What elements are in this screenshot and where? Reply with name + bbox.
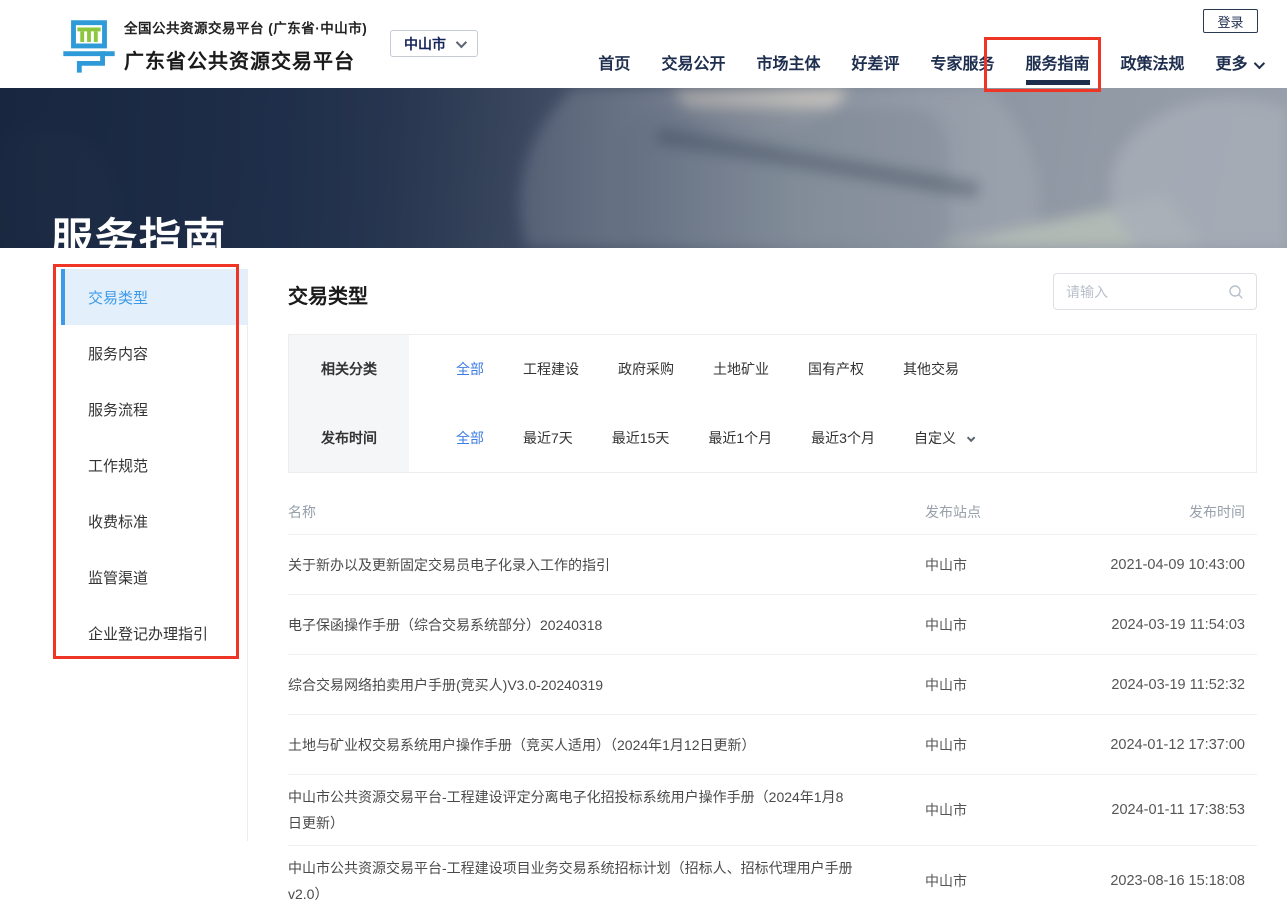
filter-option-gov-procurement[interactable]: 政府采购 (618, 359, 674, 379)
main-nav: 首页 交易公开 市场主体 好差评 专家服务 服务指南 政策法规 更多 (598, 50, 1262, 74)
sidebar-item-label: 交易类型 (88, 287, 148, 308)
filter-option-state-property[interactable]: 国有产权 (808, 359, 864, 379)
filter-option-last-1-month[interactable]: 最近1个月 (708, 428, 772, 448)
chevron-down-icon (456, 36, 467, 47)
filter-option-custom-range[interactable]: 自定义 (914, 428, 972, 448)
publish-time: 2024-01-11 17:38:53 (1045, 802, 1257, 818)
sidebar-item-enterprise-registration-guide[interactable]: 企业登记办理指引 (61, 605, 247, 661)
sidebar-item-label: 企业登记办理指引 (88, 623, 208, 644)
filter-option-last-7-days[interactable]: 最近7天 (523, 428, 573, 448)
document-link[interactable]: 中山市公共资源交易平台-工程建设评定分离电子化招投标系统用户操作手册（2024年… (288, 784, 885, 836)
filter-option-all[interactable]: 全部 (456, 359, 484, 379)
search-box[interactable] (1053, 273, 1257, 310)
content-area: 交易类型 服务内容 服务流程 工作规范 收费标准 监管渠道 企业登记办理指引 交… (0, 248, 1287, 887)
filter-option-engineering[interactable]: 工程建设 (523, 359, 579, 379)
search-icon[interactable] (1228, 284, 1244, 300)
sidebar-item-trade-types[interactable]: 交易类型 (61, 269, 247, 325)
filter-option-land-mining[interactable]: 土地矿业 (713, 359, 769, 379)
publish-time: 2024-01-12 17:37:00 (1045, 737, 1257, 753)
document-link[interactable]: 中山市公共资源交易平台-工程建设项目业务交易系统招标计划（招标人、招标代理用户手… (288, 855, 885, 907)
city-selector-value: 中山市 (404, 34, 446, 54)
publish-time: 2024-03-19 11:52:32 (1045, 677, 1257, 693)
sidebar-item-label: 服务内容 (88, 343, 148, 364)
nav-item-more[interactable]: 更多 (1216, 50, 1262, 74)
sidebar-item-fee-standards[interactable]: 收费标准 (61, 493, 247, 549)
table-row: 土地与矿业权交易系统用户操作手册（竞买人适用）（2024年1月12日更新） 中山… (288, 715, 1257, 775)
page-banner-title: 服务指南 (51, 205, 227, 248)
publish-site: 中山市 (885, 675, 1045, 695)
filter-label-publish-time: 发布时间 (289, 404, 409, 473)
table-header-row: 名称 发布站点 发布时间 (288, 490, 1257, 535)
nav-item-policies[interactable]: 政策法规 (1121, 50, 1185, 74)
chevron-down-icon (967, 433, 975, 441)
filter-label-category: 相关分类 (289, 335, 409, 404)
sidebar-item-label: 服务流程 (88, 399, 148, 420)
document-link[interactable]: 综合交易网络拍卖用户手册(竞买人)V3.0-20240319 (288, 672, 885, 698)
table-row: 中山市公共资源交易平台-工程建设项目业务交易系统招标计划（招标人、招标代理用户手… (288, 846, 1257, 916)
column-header-site: 发布站点 (885, 502, 1045, 522)
city-selector[interactable]: 中山市 (390, 30, 478, 57)
nav-item-service-guide[interactable]: 服务指南 (1026, 50, 1090, 74)
filter-panel: 相关分类 发布时间 全部 工程建设 政府采购 土地矿业 国有产权 其他交易 全部… (288, 334, 1257, 473)
nav-item-home[interactable]: 首页 (598, 50, 630, 74)
province-platform-title: 广东省公共资源交易平台 (124, 45, 367, 74)
filter-option-last-3-months[interactable]: 最近3个月 (811, 428, 875, 448)
table-row: 中山市公共资源交易平台-工程建设评定分离电子化招投标系统用户操作手册（2024年… (288, 775, 1257, 846)
hero-banner: 服务指南 提供交易中心的服务内容、流程规范、收费标准、企业登记办理指引等资讯查询… (0, 88, 1287, 248)
nav-item-service-guide-label: 服务指南 (1026, 56, 1090, 73)
active-nav-underline (1026, 80, 1090, 85)
sidebar-item-service-content[interactable]: 服务内容 (61, 325, 247, 381)
publish-site: 中山市 (885, 555, 1045, 575)
active-item-bar (61, 269, 65, 325)
publish-site: 中山市 (885, 871, 1045, 891)
site-titles: 全国公共资源交易平台 (广东省·中山市) 广东省公共资源交易平台 (124, 17, 367, 74)
documents-table: 名称 发布站点 发布时间 关于新办以及更新固定交易员电子化录入工作的指引 中山市… (288, 490, 1257, 916)
top-header: 全国公共资源交易平台 (广东省·中山市) 广东省公共资源交易平台 中山市 登录 … (0, 0, 1287, 88)
filter-row-category: 全部 工程建设 政府采购 土地矿业 国有产权 其他交易 (409, 335, 1256, 404)
column-header-time: 发布时间 (1045, 502, 1257, 522)
search-input[interactable] (1066, 284, 1228, 300)
publish-site: 中山市 (885, 735, 1045, 755)
site-logo-icon (58, 13, 120, 75)
filter-option-custom-label: 自定义 (914, 430, 956, 446)
filter-row-publish-time: 全部 最近7天 最近15天 最近1个月 最近3个月 自定义 (409, 404, 1256, 473)
login-button[interactable]: 登录 (1203, 9, 1258, 33)
nav-item-expert-services[interactable]: 专家服务 (930, 50, 994, 74)
filter-option-last-15-days[interactable]: 最近15天 (612, 428, 670, 448)
sidebar-menu: 交易类型 服务内容 服务流程 工作规范 收费标准 监管渠道 企业登记办理指引 (61, 269, 248, 841)
national-platform-title: 全国公共资源交易平台 (广东省·中山市) (124, 17, 367, 37)
nav-item-trade-open[interactable]: 交易公开 (661, 50, 725, 74)
publish-site: 中山市 (885, 615, 1045, 635)
sidebar-item-label: 收费标准 (88, 511, 148, 532)
page-title: 交易类型 (288, 280, 368, 309)
table-row: 综合交易网络拍卖用户手册(竞买人)V3.0-20240319 中山市 2024-… (288, 655, 1257, 715)
sidebar-item-label: 工作规范 (88, 455, 148, 476)
column-header-name: 名称 (288, 502, 885, 522)
nav-item-reviews[interactable]: 好差评 (851, 50, 899, 74)
nav-item-more-label: 更多 (1216, 56, 1248, 73)
filter-option-time-all[interactable]: 全部 (456, 428, 484, 448)
sidebar-item-service-process[interactable]: 服务流程 (61, 381, 247, 437)
chevron-down-icon (1254, 58, 1265, 69)
publish-site: 中山市 (885, 800, 1045, 820)
table-row: 电子保函操作手册（综合交易系统部分）20240318 中山市 2024-03-1… (288, 595, 1257, 655)
document-link[interactable]: 关于新办以及更新固定交易员电子化录入工作的指引 (288, 552, 885, 578)
filter-option-other-trades[interactable]: 其他交易 (903, 359, 959, 379)
sidebar-item-supervision-channels[interactable]: 监管渠道 (61, 549, 247, 605)
document-link[interactable]: 电子保函操作手册（综合交易系统部分）20240318 (288, 612, 885, 638)
document-link[interactable]: 土地与矿业权交易系统用户操作手册（竞买人适用）（2024年1月12日更新） (288, 732, 885, 758)
publish-time: 2024-03-19 11:54:03 (1045, 617, 1257, 633)
table-row: 关于新办以及更新固定交易员电子化录入工作的指引 中山市 2021-04-09 1… (288, 535, 1257, 595)
publish-time: 2021-04-09 10:43:00 (1045, 557, 1257, 573)
nav-item-market-entities[interactable]: 市场主体 (756, 50, 820, 74)
sidebar-item-label: 监管渠道 (88, 567, 148, 588)
filter-labels: 相关分类 发布时间 (289, 335, 409, 472)
sidebar-item-work-standards[interactable]: 工作规范 (61, 437, 247, 493)
